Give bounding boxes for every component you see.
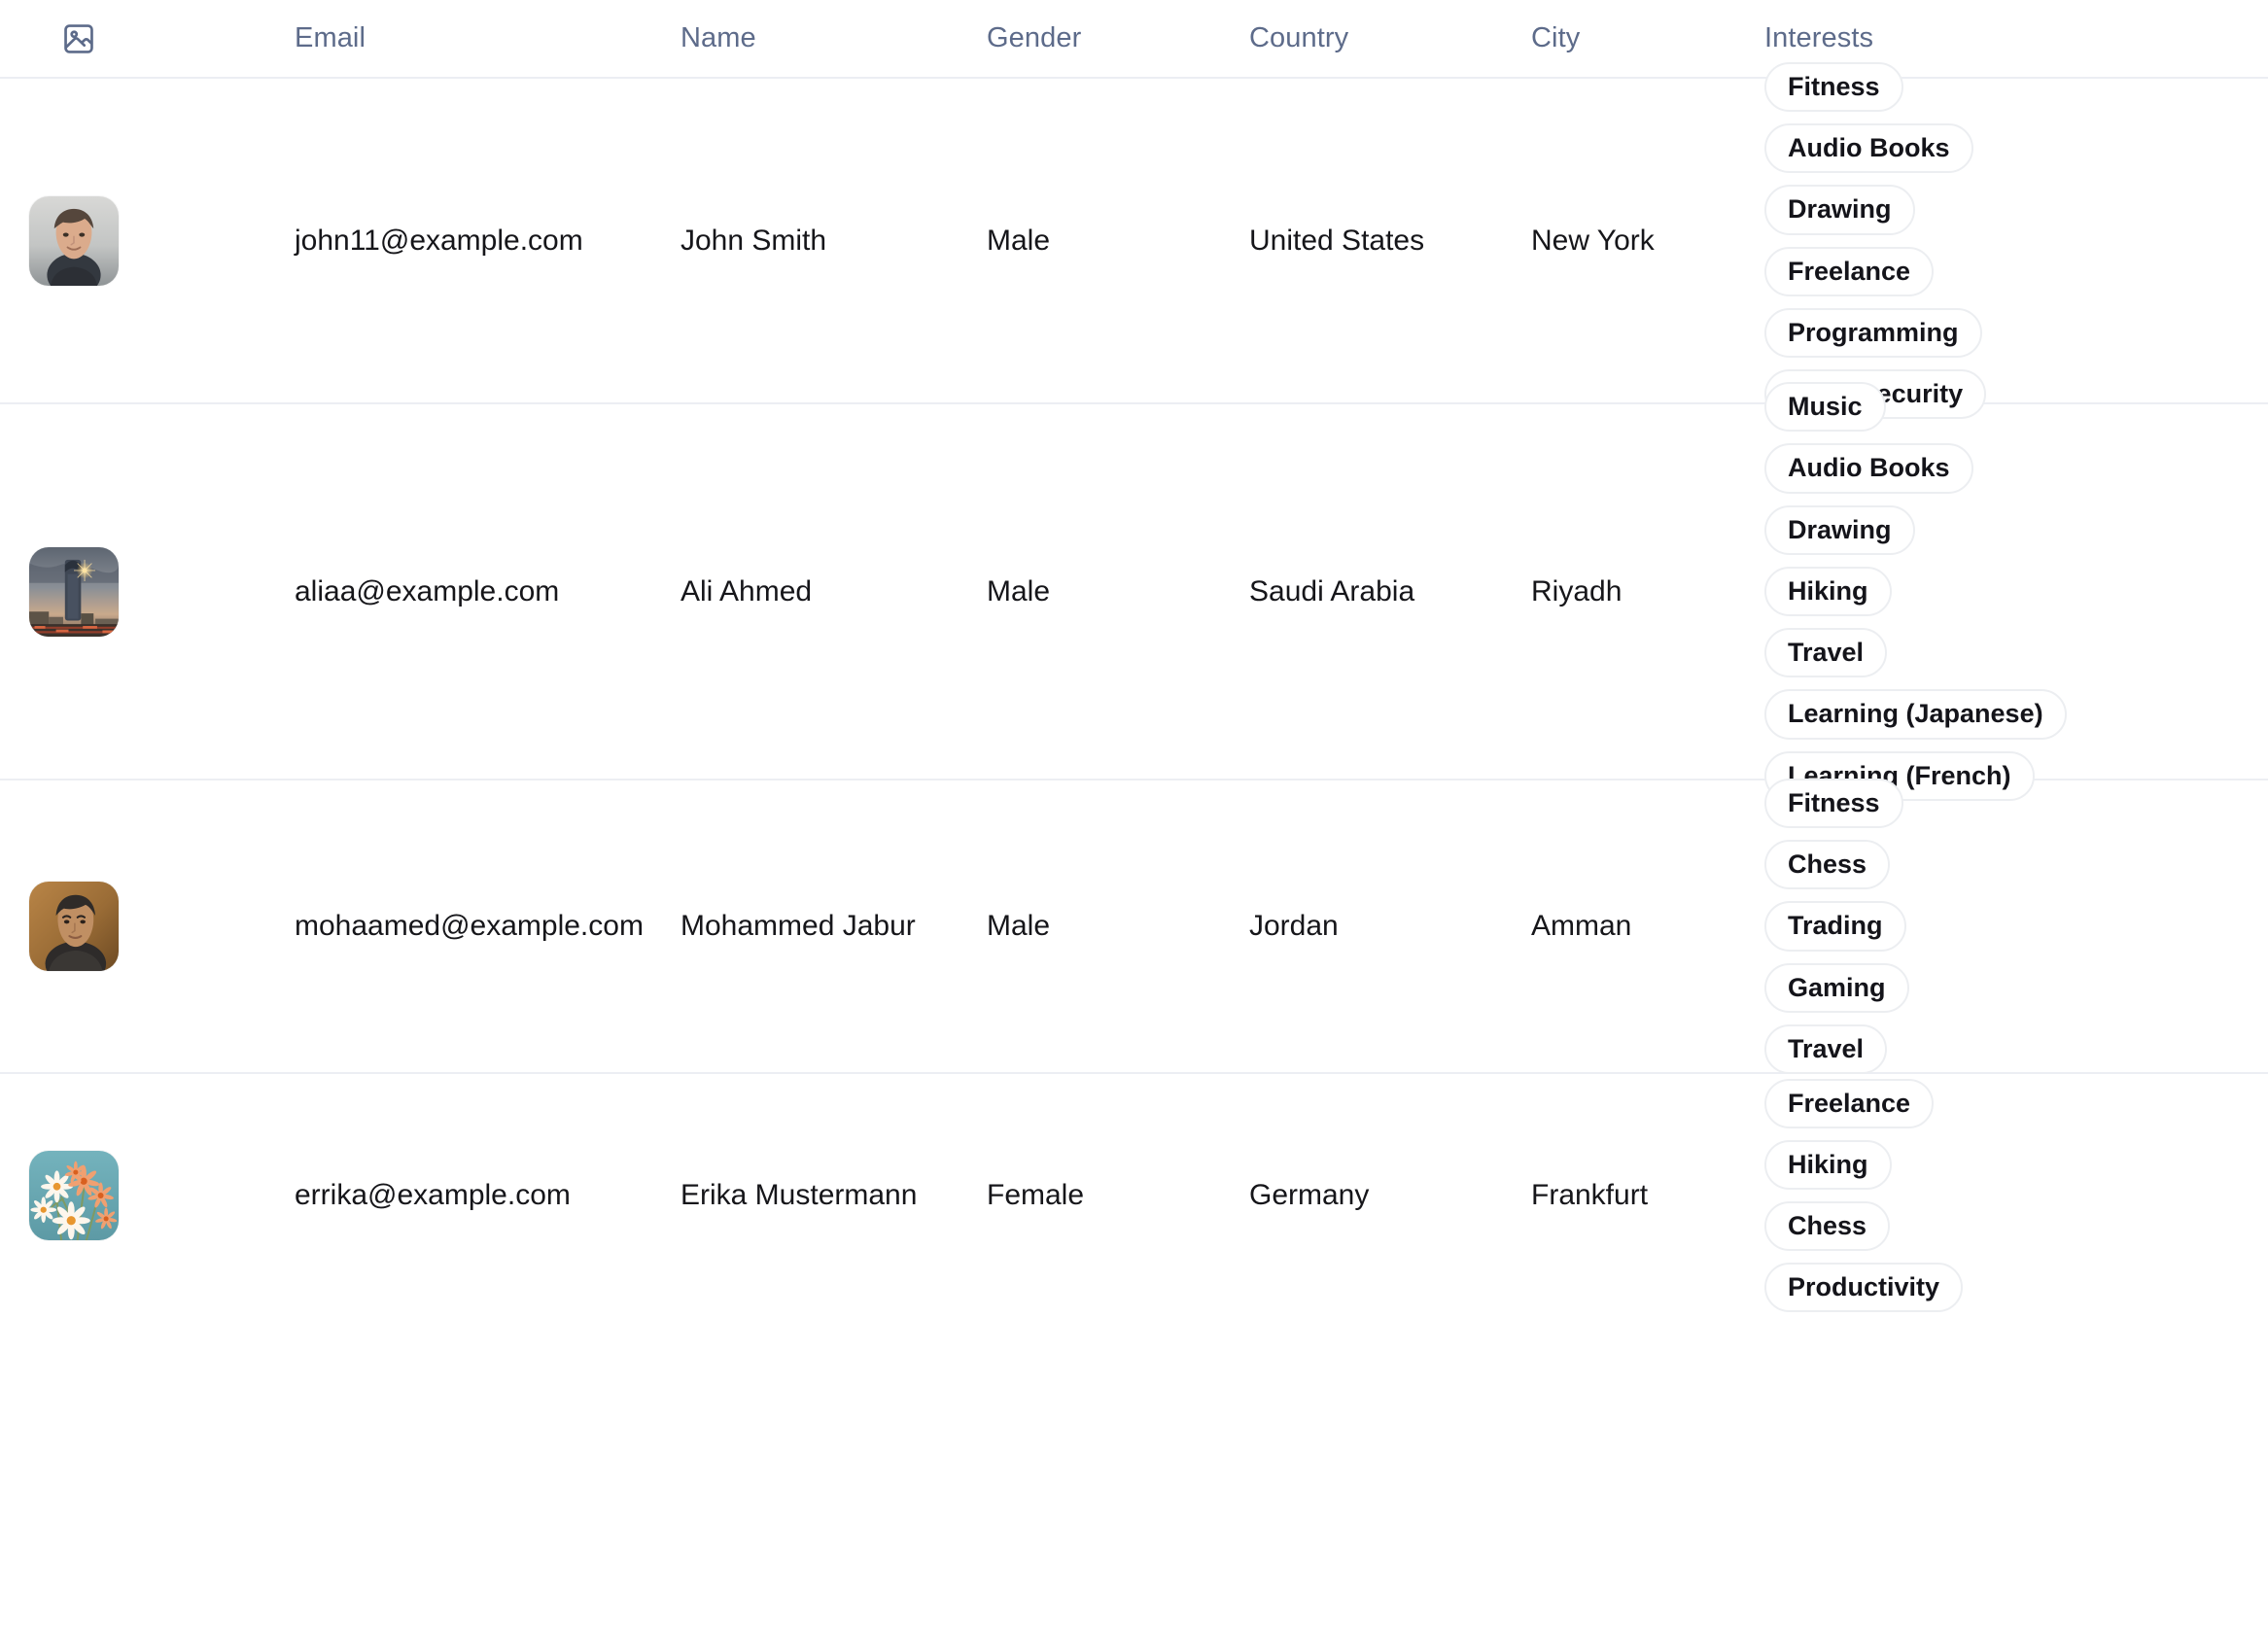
- interest-chip[interactable]: Productivity: [1764, 1263, 1964, 1313]
- interest-chip[interactable]: Audio Books: [1764, 123, 1973, 174]
- avatar-cell[interactable]: [0, 546, 258, 637]
- interest-chip[interactable]: Music: [1764, 382, 1886, 433]
- image-icon: [56, 17, 101, 61]
- avatar[interactable]: [29, 1151, 119, 1240]
- cell-gender: Female: [987, 1179, 1085, 1212]
- cell-name: Ali Ahmed: [680, 574, 813, 607]
- interest-chip[interactable]: Trading: [1764, 901, 1906, 952]
- interest-chip[interactable]: Fitness: [1764, 778, 1903, 829]
- cell-email: mohaamed@example.com: [295, 910, 644, 943]
- avatar[interactable]: [29, 882, 119, 971]
- cell-name: Mohammed Jabur: [680, 910, 916, 943]
- interest-chip[interactable]: Programming: [1764, 307, 1982, 358]
- cell-name: Erika Mustermann: [680, 1179, 918, 1212]
- interest-chip[interactable]: Learning (Japanese): [1764, 689, 2067, 740]
- interest-chip[interactable]: Hiking: [1764, 1139, 1892, 1190]
- avatar[interactable]: [29, 546, 119, 637]
- interest-chip[interactable]: Hiking: [1764, 566, 1892, 617]
- cell-email: aliaa@example.com: [295, 574, 560, 607]
- cell-gender: Male: [987, 574, 1051, 607]
- cell-gender: Male: [987, 910, 1051, 943]
- cell-interests: Fitness Chess Trading Gaming Travel: [1764, 773, 2268, 1080]
- cell-interests: Music Audio Books Drawing Hiking Travel Learn…: [1764, 376, 2268, 807]
- cell-country: Saudi Arabia: [1249, 574, 1415, 607]
- interest-chip[interactable]: Fitness: [1764, 61, 1903, 113]
- interest-chip[interactable]: Chess: [1764, 1201, 1891, 1252]
- column-header-image[interactable]: [0, 17, 258, 61]
- avatar[interactable]: [29, 195, 119, 286]
- interest-chip[interactable]: Freelance: [1764, 1078, 1935, 1128]
- avatar-cell[interactable]: [0, 882, 258, 971]
- table-row[interactable]: mohaamed@example.com Mohammed Jabur Male…: [0, 778, 2268, 1075]
- avatar-cell[interactable]: [0, 195, 258, 286]
- cell-name: John Smith: [680, 224, 827, 257]
- column-header-email[interactable]: Email: [258, 22, 651, 54]
- cell-email: errika@example.com: [295, 1179, 571, 1212]
- cell-interests: Freelance Hiking Chess Productivity: [1764, 1073, 2268, 1319]
- users-table: Email Name Gender Country City Interests: [0, 0, 2268, 1317]
- cell-city: Frankfurt: [1531, 1179, 1649, 1212]
- interest-chip[interactable]: Drawing: [1764, 504, 1915, 555]
- interest-chip[interactable]: Gaming: [1764, 962, 1909, 1013]
- cell-email: john11@example.com: [295, 224, 583, 257]
- avatar-cell[interactable]: [0, 1151, 258, 1240]
- interest-chip[interactable]: Travel: [1764, 628, 1888, 678]
- interest-chip[interactable]: Chess: [1764, 840, 1891, 890]
- column-header-country[interactable]: Country: [1249, 22, 1531, 54]
- cell-city: Riyadh: [1531, 574, 1622, 607]
- cell-country: United States: [1249, 224, 1425, 257]
- interest-chip[interactable]: Freelance: [1764, 246, 1935, 296]
- table-row[interactable]: errika@example.com Erika Mustermann Fema…: [0, 1074, 2268, 1317]
- cell-country: Jordan: [1249, 910, 1339, 943]
- cell-gender: Male: [987, 224, 1051, 257]
- table-row[interactable]: aliaa@example.com Ali Ahmed Male Saudi A…: [0, 382, 2268, 801]
- cell-country: Germany: [1249, 1179, 1370, 1212]
- column-header-interests[interactable]: Interests: [1764, 22, 2268, 54]
- cell-city: New York: [1531, 224, 1655, 257]
- column-header-name[interactable]: Name: [651, 22, 987, 54]
- column-header-city[interactable]: City: [1531, 22, 1764, 54]
- cell-interests: Fitness Audio Books Drawing Freelance Progra…: [1764, 56, 2268, 425]
- column-header-gender[interactable]: Gender: [987, 22, 1249, 54]
- interest-chip[interactable]: Drawing: [1764, 185, 1915, 235]
- interest-chip[interactable]: Travel: [1764, 1023, 1888, 1075]
- interest-chip[interactable]: Audio Books: [1764, 443, 1973, 494]
- table-row[interactable]: john11@example.com John Smith Male Unite…: [0, 61, 2268, 420]
- cell-city: Amman: [1531, 910, 1632, 943]
